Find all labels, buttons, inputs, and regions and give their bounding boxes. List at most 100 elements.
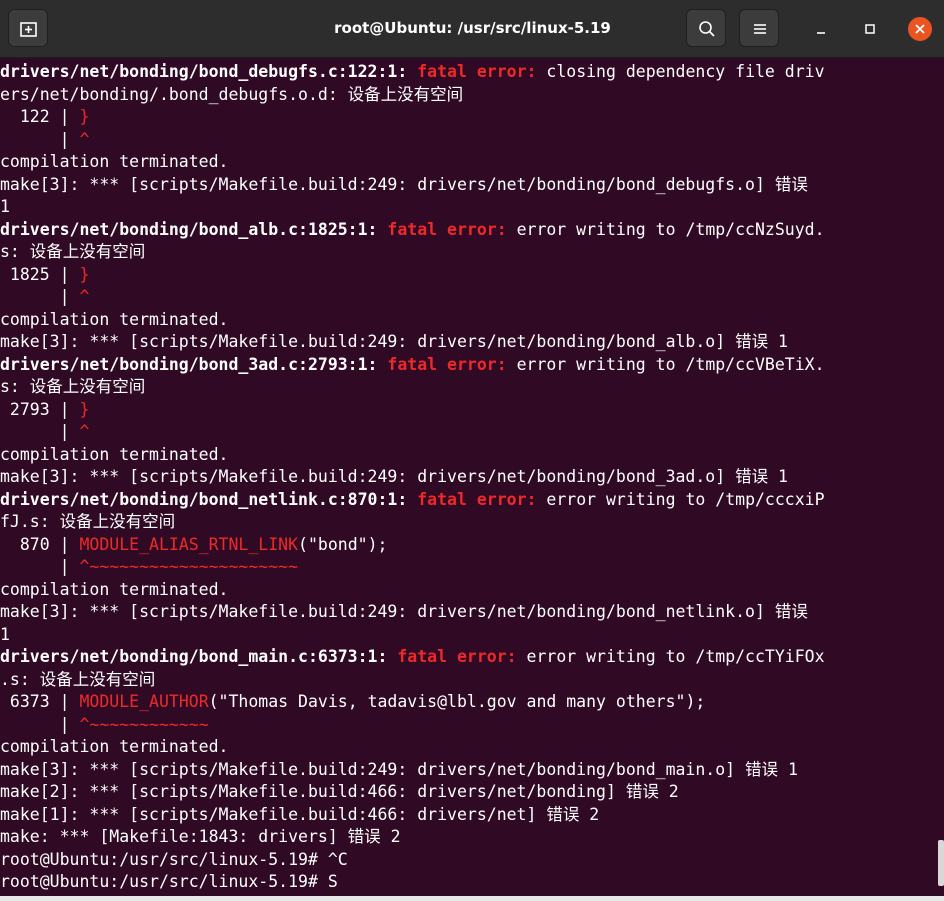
terminal-text: make: *** [Makefile:1843: drivers] 错误 2 [0,827,401,846]
terminal-text: root@Ubuntu:/usr/src/linux-5.19# S [0,872,338,891]
terminal-line: drivers/net/bonding/bond_alb.c:1825:1: f… [0,219,934,242]
terminal-line: root@Ubuntu:/usr/src/linux-5.19# S [0,871,934,894]
terminal-text: 1 [0,197,10,216]
terminal-text: ("Thomas Davis, tadavis@lbl.gov and many… [208,692,706,711]
new-tab-button[interactable] [8,9,48,47]
terminal-text: error writing to /tmp/ccVBeTiX. [506,354,825,374]
terminal-window: root@Ubuntu: /usr/src/linux-5.19 drivers… [0,0,944,901]
terminal-line: ers/net/bonding/.bond_debugfs.o.d: 设备上没有… [0,84,934,107]
hamburger-menu-icon [754,24,766,34]
terminal-text: ers/net/bonding/.bond_debugfs.o.d: 设备上没有… [0,84,464,104]
maximize-button[interactable] [857,16,883,42]
error-highlight: } [79,399,90,419]
terminal-text: make[1]: *** [scripts/Makefile.build:466… [0,804,600,824]
terminal-text: 2793 | [0,399,80,419]
terminal-text: | [0,714,80,734]
terminal-text: .s: 设备上没有空间 [0,669,156,689]
terminal-text: | [0,287,80,306]
terminal-text: drivers/net/bonding/bond_debugfs.c:122:1… [0,62,418,81]
terminal-line: 6373 | MODULE_AUTHOR("Thomas Davis, tada… [0,691,934,714]
error-highlight: ^ [79,287,90,306]
error-highlight: fatal error: [417,489,537,509]
terminal-line: .s: 设备上没有空间 [0,669,934,692]
close-button[interactable] [907,16,933,42]
terminal-line: make[3]: *** [scripts/Makefile.build:249… [0,601,934,624]
error-highlight: ^ [79,129,90,149]
maximize-icon [865,24,875,34]
terminal-line: root@Ubuntu:/usr/src/linux-5.19# ^C [0,849,934,872]
terminal-text: drivers/net/bonding/bond_3ad.c:2793:1: [0,354,388,374]
window-title: root@Ubuntu: /usr/src/linux-5.19 [334,19,611,37]
close-icon [908,17,932,41]
minimize-icon [817,32,825,34]
terminal-text: compilation terminated. [0,737,229,756]
terminal-line: compilation terminated. [0,736,934,759]
terminal-line: | ^~~~~~~~~~~~~ [0,714,934,737]
bottom-edge [0,896,944,901]
terminal-text: make[3]: *** [scripts/Makefile.build:249… [0,759,798,779]
minimize-button[interactable] [808,16,834,42]
terminal-text: 1825 | [0,264,80,284]
terminal-text: s: 设备上没有空间 [0,377,146,396]
terminal-text: error writing to /tmp/ccTYiFOx [516,647,825,666]
error-highlight: ^ [79,422,90,441]
terminal-line: make[3]: *** [scripts/Makefile.build:249… [0,759,934,782]
terminal-output[interactable]: drivers/net/bonding/bond_debugfs.c:122:1… [0,61,934,896]
terminal-line: 1 [0,196,934,219]
terminal-text: drivers/net/bonding/bond_alb.c:1825:1: [0,219,388,239]
error-highlight: MODULE_AUTHOR [79,692,209,711]
title-bar[interactable]: root@Ubuntu: /usr/src/linux-5.19 [0,0,944,58]
terminal-text: root@Ubuntu:/usr/src/linux-5.19# ^C [0,849,348,869]
terminal-line: 2793 | } [0,399,934,422]
terminal-line: | ^~~~~~~~~~~~~~~~~~~~~~ [0,556,934,579]
error-highlight: fatal error: [387,354,507,374]
error-highlight: } [79,107,90,126]
terminal-line: drivers/net/bonding/bond_debugfs.c:122:1… [0,61,934,84]
terminal-line: compilation terminated. [0,309,934,332]
terminal-text: 1 [0,624,10,644]
terminal-text: ("bond"); [298,534,388,554]
terminal-line: drivers/net/bonding/bond_main.c:6373:1: … [0,646,934,669]
search-button[interactable] [686,9,726,47]
terminal-line: | ^ [0,129,934,152]
terminal-line: drivers/net/bonding/bond_netlink.c:870:1… [0,489,934,512]
terminal-text: drivers/net/bonding/bond_netlink.c:870:1… [0,489,418,509]
terminal-line: fJ.s: 设备上没有空间 [0,511,934,534]
terminal-text: 870 | [0,534,80,554]
error-highlight: MODULE_ALIAS_RTNL_LINK [79,534,299,554]
terminal-line: 870 | MODULE_ALIAS_RTNL_LINK("bond"); [0,534,934,557]
terminal-text: closing dependency file driv [536,62,825,81]
terminal-line: compilation terminated. [0,151,934,174]
terminal-text: make[3]: *** [scripts/Makefile.build:249… [0,602,808,621]
terminal-text: make[2]: *** [scripts/Makefile.build:466… [0,782,679,801]
terminal-line: make: *** [Makefile:1843: drivers] 错误 2 [0,826,934,849]
terminal-text: make[3]: *** [scripts/Makefile.build:249… [0,467,788,486]
terminal-text: compilation terminated. [0,309,229,329]
error-highlight: ^~~~~~~~~~~~~~~~~~~~~~ [79,557,299,576]
terminal-line: make[2]: *** [scripts/Makefile.build:466… [0,781,934,804]
new-tab-icon [20,22,37,37]
terminal-line: | ^ [0,421,934,444]
terminal-text: s: 设备上没有空间 [0,242,146,261]
terminal-text: 122 | [0,107,80,126]
terminal-text: | [0,422,80,441]
terminal-text: | [0,557,80,576]
scrollbar-thumb[interactable] [938,840,944,886]
terminal-text: compilation terminated. [0,579,229,599]
error-highlight: fatal error: [417,62,537,81]
terminal-text: make[3]: *** [scripts/Makefile.build:249… [0,332,788,351]
terminal-line: drivers/net/bonding/bond_3ad.c:2793:1: f… [0,354,934,377]
terminal-line: compilation terminated. [0,579,934,602]
terminal-text: | [0,129,80,149]
menu-button[interactable] [739,9,779,47]
terminal-text: drivers/net/bonding/bond_main.c:6373:1: [0,647,398,666]
terminal-line: s: 设备上没有空间 [0,241,934,264]
terminal-line: make[3]: *** [scripts/Makefile.build:249… [0,174,934,197]
terminal-line: make[1]: *** [scripts/Makefile.build:466… [0,804,934,827]
terminal-line: 122 | } [0,106,934,129]
error-highlight: fatal error: [397,647,517,666]
terminal-text: compilation terminated. [0,152,229,171]
terminal-line: 1825 | } [0,264,934,287]
terminal-text: error writing to /tmp/cccxiP [536,489,825,509]
terminal-line: | ^ [0,286,934,309]
